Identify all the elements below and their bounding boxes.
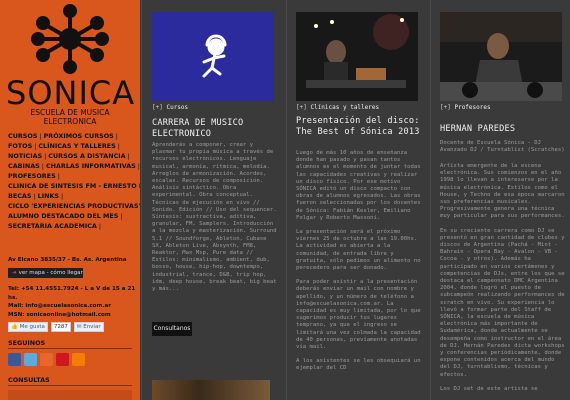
post-category[interactable]: [+] Profesores [440, 104, 491, 111]
column-divider [430, 0, 431, 400]
post-category-label: Cursos [166, 104, 189, 111]
map-button[interactable]: ➜ ver mapa - cómo llegar [8, 268, 83, 278]
post-title[interactable]: Presentación del disco: The Best of Sóni… [296, 116, 426, 137]
thumbs-up-icon: 👍 [11, 324, 18, 330]
contact-mail[interactable]: Mail: info@escuelasonica.com.ar [8, 302, 138, 311]
post-paragraph: Artista emergente de la escena electróni… [440, 163, 565, 220]
post-body: Luego de más 10 años de enseñanza donde … [296, 150, 422, 380]
nav-link-links[interactable]: LINKS [38, 192, 59, 200]
fb-send-button[interactable]: ✉ Enviar [73, 322, 104, 332]
address: Av Elcano 3835/37 - Bs. As. Argentina [8, 257, 127, 263]
post-paragraph: La presentación será el próximo viernes … [296, 229, 421, 272]
post-paragraph: Los DJ set de este artista se [440, 385, 538, 392]
logo-subtitle: ESCUELA DE MUSICA ELECTRONICA [30, 108, 110, 126]
contact-tel: Tel: +54 11.4551.7924 - L a V de 15 a 21… [8, 286, 136, 301]
nav-link-noticias[interactable]: NOTICIAS [8, 152, 42, 160]
arrow-right-icon: ➜ [12, 270, 17, 276]
fb-send-label: Enviar [83, 324, 101, 330]
post-paragraph: A los asistentes se les obsequiará un ej… [296, 358, 421, 372]
social-icons [8, 353, 85, 366]
column-divider [141, 0, 142, 400]
nav-link-ciclo[interactable]: CICLO 'EXPERIENCIAS PRODUCTIVAS' [8, 202, 140, 210]
post-body: Artista emergente de la escena electróni… [440, 163, 566, 400]
facebook-icon[interactable] [8, 353, 21, 366]
consultas-form-field[interactable] [8, 390, 132, 400]
post-body: Aprenderás a componer, crear y plasmar t… [152, 142, 278, 300]
dj-photo-image [296, 12, 418, 101]
consultas-heading: CONSULTAS [8, 376, 50, 384]
nav-link-cursos[interactable]: CURSOS [8, 132, 37, 140]
sonica-logo[interactable]: SONICA ESCUELA DE MUSICA ELECTRONICA [6, 4, 136, 126]
post-paragraph: Luego de más 10 años de enseñanza donde … [296, 150, 421, 221]
nav-link-alumno[interactable]: ALUMNO DESTACADO DEL MES [8, 212, 118, 220]
divider [8, 385, 132, 386]
facebook-widgets: 👍 Me gusta 7287 ✉ Enviar [8, 322, 104, 332]
nav-link-clinica-fm[interactable]: CLINICA DE SINTESIS FM - ERNESTO ROMEO [8, 182, 140, 190]
post-category-label: Profesores [454, 104, 491, 111]
dj-portrait-image [440, 12, 562, 101]
post-thumbnail[interactable] [296, 12, 418, 101]
contact-msn: MSN: sonicaonline@hotmail.com [8, 311, 111, 318]
post-category-label: Clínicas y talleres [310, 104, 380, 111]
nav-link-charlas[interactable]: CHARLAS INFORMATIVAS [46, 162, 136, 170]
contact-info: Tel: +54 11.4551.7924 - L a V de 15 a 21… [8, 285, 138, 319]
next-post-thumbnail[interactable] [152, 380, 270, 400]
divider [8, 348, 132, 349]
nav-link-profesores[interactable]: PROFESORES [8, 172, 56, 180]
headphone-runner-icon [202, 34, 227, 78]
post-subtitle: Docente de Escuela Sónica - DJ Avanzado … [440, 140, 565, 154]
nav-link-becas[interactable]: BECAS [8, 192, 31, 200]
fb-like-label: Me gusta [19, 324, 45, 330]
nav-link-fotos[interactable]: FOTOS [8, 142, 32, 150]
map-button-label: ver mapa - cómo llegar [18, 270, 83, 276]
post-category[interactable]: [+] Clínicas y talleres [296, 104, 379, 111]
nav-link-clinicas[interactable]: CLÍNICAS Y TALLERES [38, 142, 115, 150]
post-card-profesores: [+] Profesores HERNAN PAREDES Docente de… [434, 0, 568, 400]
nav-link-secretaria[interactable]: SECRETARIA ACADEMICA [8, 222, 97, 230]
post-card-clinicas: [+] Clínicas y talleres Presentación del… [290, 0, 428, 400]
nav-link-proximos-cursos[interactable]: PRÓXIMOS CURSOS [44, 132, 114, 140]
send-icon: ✉ [76, 324, 82, 330]
logo-wordmark: SONICA [6, 74, 136, 112]
sidebar: SONICA ESCUELA DE MUSICA ELECTRONICA CUR… [0, 0, 140, 400]
nav-link-cabinas[interactable]: CABINAS [8, 162, 40, 170]
youtube-icon[interactable] [56, 353, 69, 366]
column-divider [286, 0, 287, 400]
post-title[interactable]: CARRERA DE MUSICO ELECTRONICO [152, 118, 276, 139]
post-paragraph: Para poder asistir a la presentación deb… [296, 279, 421, 351]
fb-like-count: 7287 [50, 322, 71, 332]
nav-link-distancia[interactable]: CURSOS A DISTANCIA [48, 152, 125, 160]
rss-icon[interactable] [72, 353, 85, 366]
seguinos-heading: SEGUINOS [8, 339, 46, 347]
post-title[interactable]: HERNAN PAREDES [440, 124, 564, 135]
post-paragraph: En su creciente carrera como DJ se prese… [440, 227, 565, 378]
consultanos-button[interactable]: Consultanos [152, 322, 192, 336]
post-thumbnail[interactable] [440, 12, 562, 101]
post-card-cursos: [+] Cursos CARRERA DE MUSICO ELECTRONICO… [146, 0, 282, 400]
molecule-logo-icon [31, 4, 109, 74]
post-thumbnail[interactable] [152, 12, 274, 101]
post-category[interactable]: [+] Cursos [152, 104, 188, 111]
post-paragraph: Aprenderás a componer, crear y plasmar t… [152, 142, 277, 293]
soundcloud-icon[interactable] [40, 353, 53, 366]
fb-like-button[interactable]: 👍 Me gusta [8, 322, 48, 332]
main-nav: CURSOS | PRÓXIMOS CURSOS | FOTOS | CLÍNICAS Y… [8, 131, 140, 231]
twitter-icon[interactable] [24, 353, 37, 366]
